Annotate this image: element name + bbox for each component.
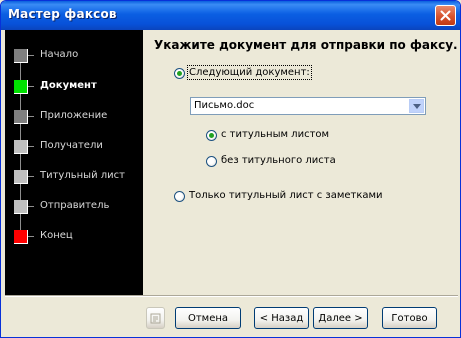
step-cover-page: Титульный лист: [5, 168, 143, 188]
radio-document-label[interactable]: Следующий документ:: [187, 65, 312, 80]
step-sender: Отправитель: [5, 198, 143, 218]
step-label: Начало: [40, 49, 79, 60]
wizard-content: Укажите документ для отправки по факсу. …: [143, 30, 458, 295]
help-icon: [150, 313, 161, 323]
step-marker-icon: [14, 170, 28, 184]
radio-cover-only-label[interactable]: Только титульный лист с заметками: [189, 190, 383, 201]
step-label: Документ: [40, 80, 97, 91]
cancel-button[interactable]: Отмена: [175, 307, 241, 329]
radio-document[interactable]: [174, 68, 185, 79]
step-label: Отправитель: [40, 200, 110, 211]
radio-with-cover[interactable]: [206, 130, 217, 141]
radio-cover-only[interactable]: [174, 191, 185, 202]
document-select-value: Письмо.doc: [194, 100, 255, 111]
dropdown-arrow-button[interactable]: [409, 99, 424, 113]
step-marker-icon: [14, 110, 28, 124]
step-marker-icon: [14, 200, 28, 214]
step-marker-icon: [14, 230, 28, 244]
back-button[interactable]: < Назад: [254, 307, 309, 329]
next-button[interactable]: Далее >: [313, 307, 368, 329]
page-heading: Укажите документ для отправки по факсу.: [154, 38, 458, 52]
step-marker-icon: [14, 49, 28, 63]
step-finish: Конец: [5, 228, 143, 248]
step-label: Получатели: [40, 140, 103, 151]
radio-without-cover[interactable]: [206, 156, 217, 167]
title-bar[interactable]: Мастер факсов: [1, 1, 460, 30]
step-marker-icon: [14, 80, 28, 94]
step-recipients: Получатели: [5, 138, 143, 158]
fax-wizard-window: Мастер факсов Начало Документ Приложение: [0, 0, 461, 338]
window-title: Мастер факсов: [8, 7, 117, 21]
wizard-steps-panel: Начало Документ Приложение Получатели Ти…: [5, 30, 143, 295]
radio-with-cover-label[interactable]: с титульным листом: [221, 129, 329, 140]
step-document: Документ: [5, 78, 143, 98]
close-button[interactable]: [435, 5, 456, 26]
help-button[interactable]: [146, 307, 165, 329]
step-label: Приложение: [40, 110, 108, 121]
step-attachment: Приложение: [5, 108, 143, 128]
finish-button[interactable]: Готово: [382, 307, 437, 329]
chevron-down-icon: [412, 103, 421, 109]
step-start: Начало: [5, 47, 143, 67]
step-label: Титульный лист: [40, 170, 125, 181]
close-icon: [440, 10, 451, 21]
radio-without-cover-label[interactable]: без титульного листа: [221, 155, 336, 166]
document-select[interactable]: Письмо.doc: [190, 97, 426, 115]
step-label: Конец: [40, 230, 73, 241]
step-marker-icon: [14, 140, 28, 154]
